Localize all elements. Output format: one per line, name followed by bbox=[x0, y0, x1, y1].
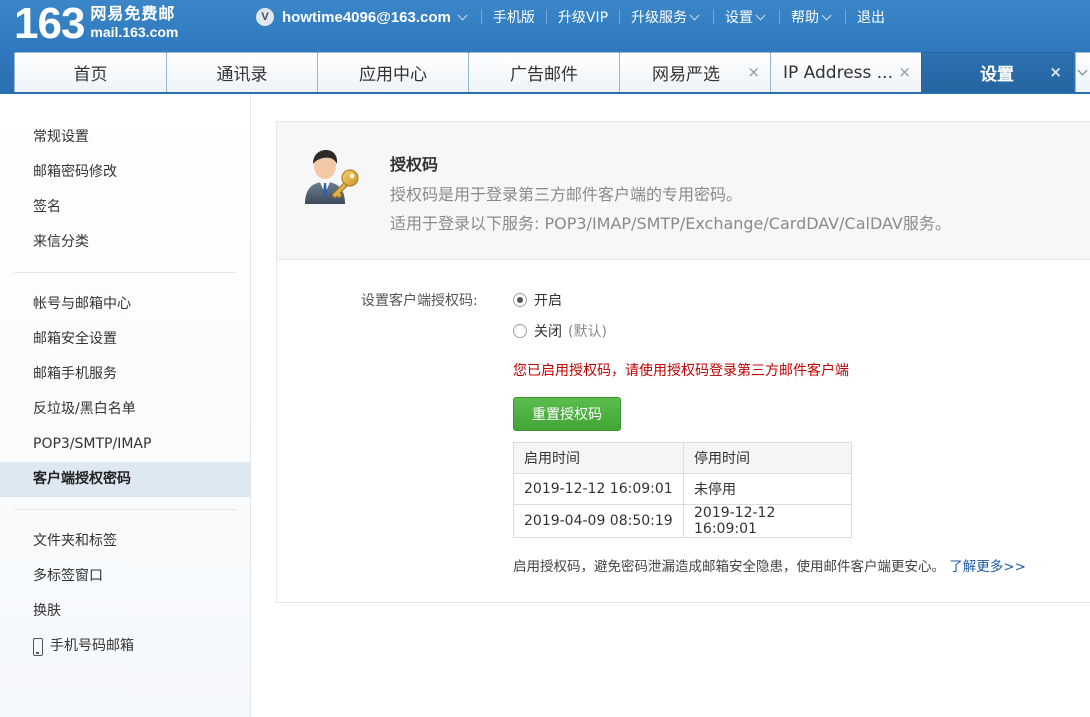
close-icon[interactable]: × bbox=[898, 65, 911, 80]
logo-number: 163 bbox=[14, 0, 85, 48]
table-row: 2019-12-12 16:09:01 未停用 bbox=[513, 473, 852, 505]
sidebar-item-general[interactable]: 常规设置 bbox=[0, 120, 250, 155]
help-link[interactable]: 帮助 bbox=[791, 7, 819, 27]
table-cell: 2019-12-12 16:09:01 bbox=[683, 504, 852, 538]
sidebar-item-folders-tags[interactable]: 文件夹和标签 bbox=[0, 524, 250, 559]
reset-auth-code-button[interactable]: 重置授权码 bbox=[513, 397, 621, 431]
logout-link[interactable]: 退出 bbox=[857, 7, 885, 27]
column-header: 停用时间 bbox=[683, 442, 852, 474]
phone-icon bbox=[33, 637, 43, 656]
user-key-icon bbox=[305, 150, 359, 204]
vip-badge-icon: V bbox=[256, 8, 274, 26]
radio-on[interactable] bbox=[513, 293, 527, 307]
sidebar-group-display: 文件夹和标签 多标签窗口 换肤 手机号码邮箱 bbox=[0, 510, 250, 664]
learn-more-link[interactable]: 了解更多>> bbox=[949, 559, 1026, 575]
footer-note: 启用授权码，避免密码泄漏造成邮箱安全隐患，使用邮件客户端更安心。 了解更多>> bbox=[513, 559, 1026, 575]
table-row: 2019-04-09 08:50:19 2019-12-12 16:09:01 bbox=[513, 504, 852, 538]
tab-app-center[interactable]: 应用中心 bbox=[317, 52, 469, 92]
radio-off[interactable] bbox=[513, 324, 527, 338]
panel-description: 授权码是用于登录第三方邮件客户端的专用密码。 适用于登录以下服务: POP3/I… bbox=[390, 185, 951, 233]
tab-bar: 首页 通讯录 应用中心 广告邮件 网易严选 × IP Address ... ×… bbox=[14, 52, 1073, 92]
tab-settings[interactable]: 设置 × bbox=[921, 52, 1073, 92]
tab-yanxuan[interactable]: 网易严选 × bbox=[619, 52, 771, 92]
top-links-bar: V howtime4096@163.com 手机版 升级VIP 升级服务 设置 … bbox=[256, 0, 885, 34]
sidebar-item-multi-tab[interactable]: 多标签窗口 bbox=[0, 559, 250, 594]
radio-option-off[interactable]: 关闭 (默认) bbox=[513, 321, 607, 341]
tab-ip-address[interactable]: IP Address ... × bbox=[770, 52, 922, 92]
sidebar-item-security[interactable]: 邮箱安全设置 bbox=[0, 322, 250, 357]
auth-code-panel: 授权码 授权码是用于登录第三方邮件客户端的专用密码。 适用于登录以下服务: PO… bbox=[276, 121, 1090, 603]
sidebar-item-mobile-service[interactable]: 邮箱手机服务 bbox=[0, 357, 250, 392]
tab-ad-mail[interactable]: 广告邮件 bbox=[468, 52, 620, 92]
tab-overflow-button[interactable] bbox=[1075, 52, 1090, 92]
auth-code-setting-label: 设置客户端授权码: bbox=[361, 293, 478, 309]
radio-option-on[interactable]: 开启 bbox=[513, 290, 562, 310]
logo-name: 网易免费邮 bbox=[90, 4, 176, 23]
upgrade-service-link[interactable]: 升级服务 bbox=[631, 7, 687, 27]
sidebar-group-account: 帐号与邮箱中心 邮箱安全设置 邮箱手机服务 反垃圾/黑白名单 POP3/SMTP… bbox=[0, 273, 250, 497]
table-cell: 未停用 bbox=[683, 473, 852, 505]
sidebar-item-client-auth-code[interactable]: 客户端授权密码 bbox=[0, 462, 250, 497]
logo[interactable]: 163 网易免费邮 mail.163.com bbox=[14, 2, 178, 46]
chevron-down-icon[interactable] bbox=[689, 10, 700, 20]
sidebar-item-skin[interactable]: 换肤 bbox=[0, 594, 250, 629]
account-name[interactable]: howtime4096@163.com bbox=[282, 9, 451, 26]
close-icon[interactable]: × bbox=[1049, 65, 1062, 80]
sidebar-item-mail-filter[interactable]: 来信分类 bbox=[0, 225, 250, 260]
chevron-down-icon[interactable] bbox=[457, 10, 468, 20]
panel-title: 授权码 bbox=[390, 155, 439, 174]
enabled-notice: 您已启用授权码，请使用授权码登录第三方邮件客户端 bbox=[513, 363, 849, 379]
chevron-down-icon[interactable] bbox=[821, 10, 832, 20]
sidebar-item-signature[interactable]: 签名 bbox=[0, 190, 250, 225]
auth-code-history-table: 启用时间 停用时间 2019-12-12 16:09:01 未停用 2019-0… bbox=[513, 442, 852, 538]
logo-domain: mail.163.com bbox=[90, 24, 179, 40]
table-cell: 2019-04-09 08:50:19 bbox=[513, 504, 684, 538]
sidebar-item-account-center[interactable]: 帐号与邮箱中心 bbox=[0, 287, 250, 322]
sidebar-group-general: 常规设置 邮箱密码修改 签名 来信分类 bbox=[0, 94, 250, 260]
panel-header: 授权码 授权码是用于登录第三方邮件客户端的专用密码。 适用于登录以下服务: PO… bbox=[277, 122, 1090, 260]
sidebar-item-antispam[interactable]: 反垃圾/黑白名单 bbox=[0, 392, 250, 427]
upgrade-vip-link[interactable]: 升级VIP bbox=[558, 7, 608, 27]
mobile-version-link[interactable]: 手机版 bbox=[493, 7, 535, 27]
close-icon[interactable]: × bbox=[747, 65, 760, 80]
sidebar-item-phone-mailbox[interactable]: 手机号码邮箱 bbox=[0, 629, 250, 664]
sidebar-item-pop3-smtp-imap[interactable]: POP3/SMTP/IMAP bbox=[0, 427, 250, 462]
settings-link[interactable]: 设置 bbox=[725, 7, 753, 27]
table-cell: 2019-12-12 16:09:01 bbox=[513, 473, 684, 505]
column-header: 启用时间 bbox=[513, 442, 684, 474]
tab-home[interactable]: 首页 bbox=[14, 52, 167, 92]
tab-contacts[interactable]: 通讯录 bbox=[166, 52, 318, 92]
chevron-down-icon[interactable] bbox=[755, 10, 766, 20]
sidebar-item-password[interactable]: 邮箱密码修改 bbox=[0, 155, 250, 190]
settings-sidebar: 常规设置 邮箱密码修改 签名 来信分类 帐号与邮箱中心 邮箱安全设置 邮箱手机服… bbox=[0, 94, 251, 717]
table-header-row: 启用时间 停用时间 bbox=[513, 442, 852, 474]
chevron-down-icon bbox=[1077, 65, 1088, 76]
